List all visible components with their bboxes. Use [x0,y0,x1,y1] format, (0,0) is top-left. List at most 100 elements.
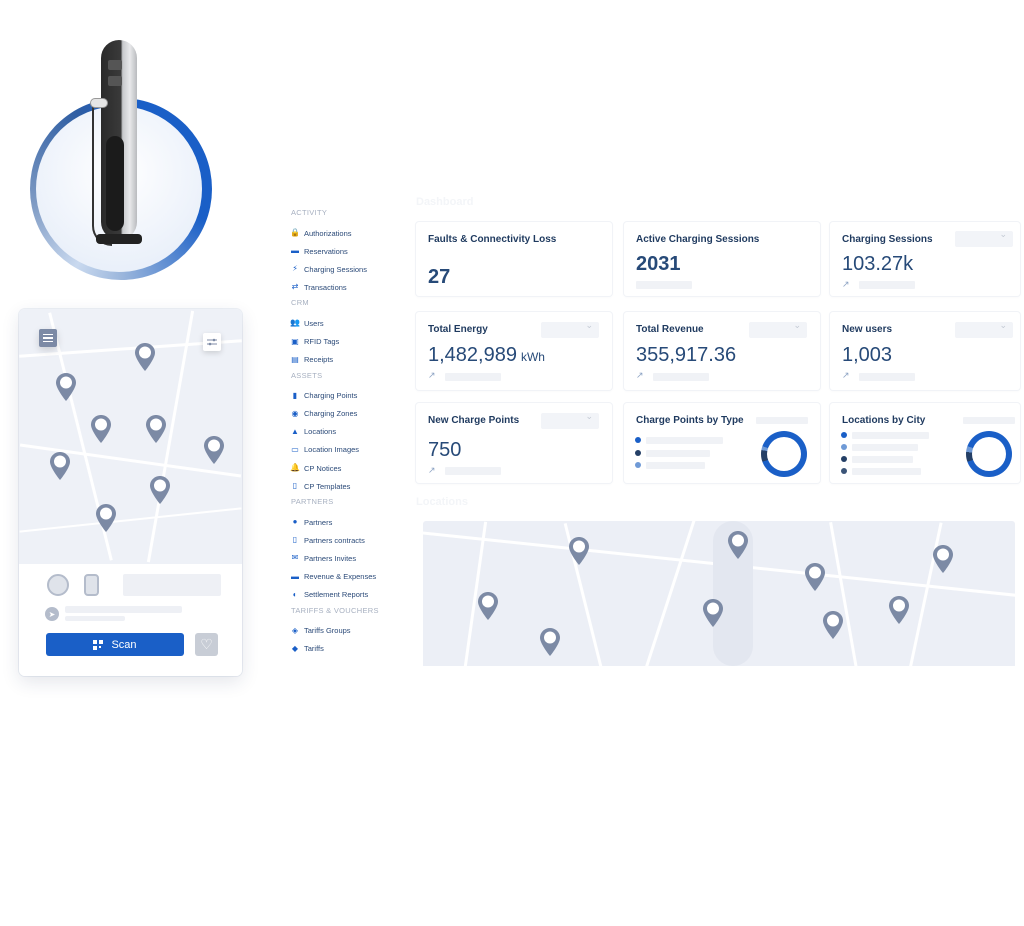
period-select[interactable] [955,229,1013,247]
card-locations-by-city[interactable]: Locations by City [830,403,1020,483]
map-pin-icon[interactable] [90,414,112,444]
ticket-icon: ▬ [291,246,299,256]
ev-charger-illustration [28,38,214,280]
map-icon: ▲ [291,426,299,436]
card-total-revenue[interactable]: Total Revenue 355,917.36 ↗ [624,312,820,390]
donut-chart [761,431,807,477]
qr-code-icon [93,639,104,650]
locations-map[interactable] [423,521,1015,666]
map-pin-icon[interactable] [203,435,225,465]
dashboard-title: Dashboard [416,196,474,208]
sidebar-item-locations[interactable]: ▲ Locations [291,423,411,441]
sidebar-item-partners-invites[interactable]: ✉ Partners Invites [291,549,411,567]
receipt-icon: ▤ [291,354,299,364]
sidebar-section-tariffs-vouchers: TARIFFS & VOUCHERS [291,605,379,615]
card-title: Charge Points by Type [636,415,744,426]
period-select[interactable] [749,320,807,338]
map-pin-icon[interactable] [539,627,561,657]
map-marker-icon: ◉ [291,408,299,418]
navigate-icon[interactable]: ➤ [45,607,59,621]
map-pin-icon[interactable] [149,475,171,505]
sidebar-item-authorizations[interactable]: 🔒 Authorizations [290,224,411,242]
sidebar-item-cp-notices[interactable]: 🔔 CP Notices [290,459,411,477]
map-pin-icon[interactable] [702,598,724,628]
sidebar-item-settlement-reports[interactable]: ◐ Settlement Reports [291,586,411,604]
sidebar-item-tariffs[interactable]: ◆ Tariffs [291,640,411,658]
card-title: New Charge Points [428,415,520,426]
unit-label: kWh [520,350,545,364]
heart-icon: ♡ [200,636,213,652]
legend-dot [635,437,641,443]
legend-dot [841,456,847,462]
card-faults[interactable]: Faults & Connectivity Loss 27 [416,222,612,296]
sidebar-item-tariffs-groups[interactable]: ◈ Tariffs Groups [291,622,411,640]
type2-connector-icon[interactable] [47,574,69,596]
user-icon: ● [292,517,298,527]
locations-title: Locations [416,496,468,508]
sidebar-item-revenue-expenses[interactable]: ▬ Revenue & Expenses [291,568,411,586]
sidebar-item-cp-templates[interactable]: ▯ CP Templates [291,477,411,495]
sidebar-item-charging-sessions[interactable]: ⚡ Charging Sessions [291,260,411,278]
map-pin-icon[interactable] [822,610,844,640]
sidebar-item-location-images[interactable]: ▭ Location Images [291,441,411,459]
map-pin-icon[interactable] [55,372,77,402]
sidebar-item-charging-zones[interactable]: ◉ Charging Zones [291,405,411,423]
sidebar: ACTIVITY 🔒 Authorizations ▬ Reservations ⚡… [290,206,411,658]
card-charging-sessions[interactable]: Charging Sessions 103.27k ↗ [830,222,1020,296]
sidebar-item-transactions[interactable]: ⇄ Transactions [291,278,411,296]
card-active-charging-sessions[interactable]: Active Charging Sessions 2031 [624,222,820,296]
favorite-button[interactable]: ♡ [195,633,218,656]
map-pin-icon[interactable] [888,595,910,625]
card-new-charge-points[interactable]: New Charge Points 750 ↗ [416,403,612,483]
map-pin-icon[interactable] [145,414,167,444]
trend-up-icon: ↗ [428,465,436,475]
sidebar-item-rfid-tags[interactable]: ▣ RFID Tags [291,332,411,350]
card-value: 1,482,989 kWh [428,344,545,366]
map-pin-icon[interactable] [95,503,117,533]
map-pin-icon[interactable] [727,530,749,560]
sidebar-item-partners[interactable]: ● Partners [291,513,411,531]
card-title: Total Energy [428,324,488,335]
map-pin-icon[interactable] [568,536,590,566]
sidebar-item-receipts[interactable]: ▤ Receipts [291,351,411,369]
card-title: Locations by City [842,415,926,426]
card-total-energy[interactable]: Total Energy 1,482,989kWh ↗ [416,312,612,390]
card-title: New users [842,324,893,335]
map-pin-icon[interactable] [134,342,156,372]
map-pin-icon[interactable] [49,451,71,481]
sidebar-item-reservations[interactable]: ▬ Reservations [291,242,411,260]
charger-base [96,234,142,244]
period-select[interactable] [955,320,1013,338]
ccs-connector-icon[interactable] [84,574,99,596]
map-pin-icon[interactable] [477,591,499,621]
pie-chart-icon: ◐ [292,589,298,599]
mobile-map[interactable] [19,309,242,564]
period-select[interactable] [541,411,599,429]
file-icon: ▯ [292,481,298,491]
legend-dot [635,462,641,468]
trend-up-icon: ↗ [428,370,436,380]
scan-label: Scan [111,638,137,651]
station-panel: ➤ Scan ♡ [19,564,242,676]
menu-icon[interactable] [39,329,57,347]
card-value: 103.27k [842,253,914,275]
map-pin-icon[interactable] [932,544,954,574]
card-value: 2031 [636,253,681,275]
bolt-icon: ⚡ [292,264,298,274]
card-charge-points-by-type[interactable]: Charge Points by Type [624,403,820,483]
scan-button[interactable]: Scan [46,633,184,656]
placeholder-block [123,574,221,596]
trend-up-icon: ↗ [842,279,850,289]
sidebar-item-users[interactable]: 👥 Users [290,314,411,332]
card-new-users[interactable]: New users 1,003 ↗ [830,312,1020,390]
trend-up-icon: ↗ [842,370,850,380]
period-select[interactable] [541,320,599,338]
card-value: 750 [428,439,462,461]
filter-icon[interactable] [203,333,221,351]
map-pin-icon[interactable] [804,562,826,592]
sidebar-item-charging-points[interactable]: ▮ Charging Points [291,387,411,405]
card-value: 355,917.36 [636,344,737,366]
sidebar-item-partners-contracts[interactable]: ▯ Partners contracts [291,531,411,549]
envelope-icon: ✉ [291,553,299,563]
sidebar-section-assets: ASSETS [291,370,323,380]
